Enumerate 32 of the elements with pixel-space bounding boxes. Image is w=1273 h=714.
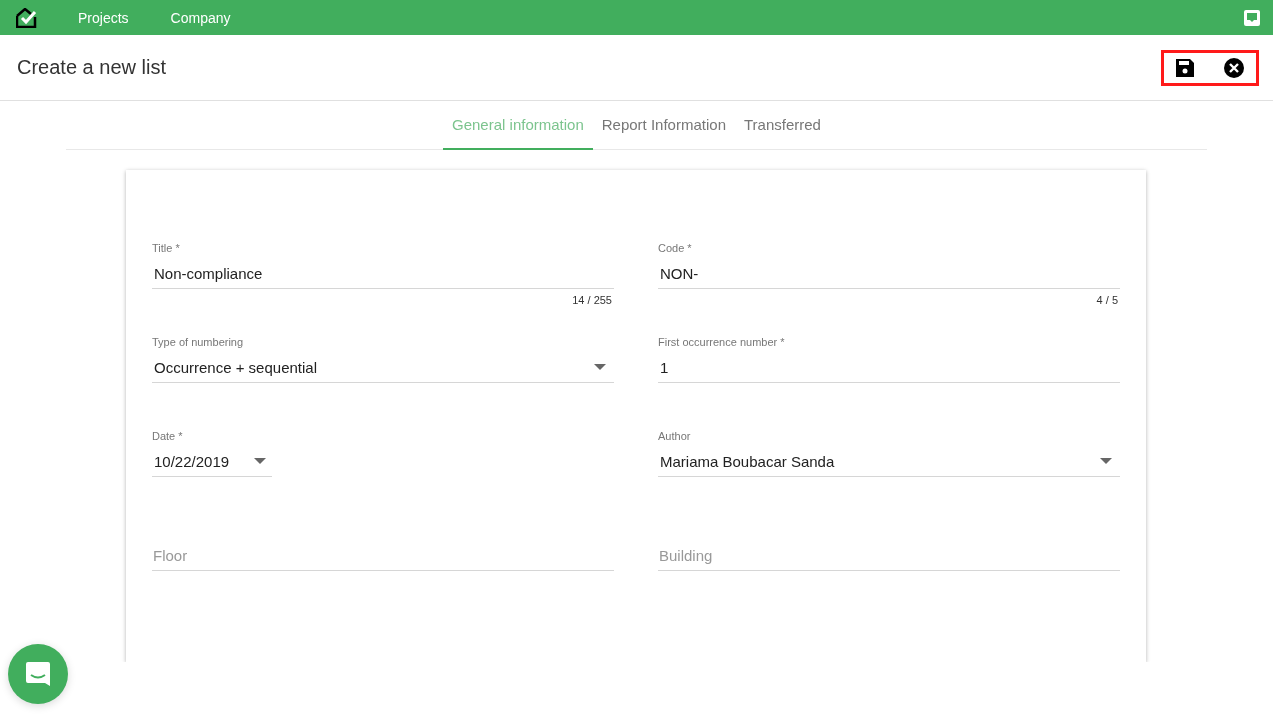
input-field[interactable]: Non-compliance	[152, 258, 614, 289]
logo-icon[interactable]	[16, 7, 38, 28]
dropdown-field[interactable]: 10/22/2019	[152, 446, 272, 477]
tab[interactable]: Transferred	[735, 101, 830, 150]
field-label: Type of numbering	[152, 336, 245, 350]
field-label: Title *	[152, 242, 181, 256]
input-field[interactable]: NON-	[658, 258, 1120, 289]
save-icon	[1176, 58, 1194, 77]
chat-button[interactable]	[8, 644, 68, 704]
input-field[interactable]: 1	[658, 352, 1120, 383]
nav-link[interactable]: Projects	[78, 9, 129, 26]
tab[interactable]: Report Information	[592, 101, 735, 150]
field-label: Code *	[658, 242, 693, 256]
chat-icon	[25, 661, 51, 687]
page-title: Create a new list	[17, 56, 167, 79]
dropdown-field[interactable]: Occurrence + sequential	[152, 352, 614, 383]
character-counter: 4 / 5	[1096, 294, 1118, 306]
field-label: Date *	[152, 430, 184, 444]
character-counter: 14 / 255	[572, 294, 612, 306]
close-icon	[1224, 57, 1244, 78]
input-field[interactable]: Floor	[152, 540, 614, 571]
nav-link[interactable]: Company	[170, 9, 231, 26]
field-label: Author	[658, 430, 692, 444]
save-button[interactable]	[1176, 58, 1194, 77]
dropdown-caret-icon[interactable]	[1100, 458, 1112, 464]
inbox-icon[interactable]	[1243, 8, 1261, 27]
input-field[interactable]: Building	[658, 540, 1120, 571]
close-button[interactable]	[1224, 57, 1244, 78]
dropdown-field[interactable]: Mariama Boubacar Sanda	[658, 446, 1120, 477]
field-label: First occurrence number *	[658, 336, 786, 350]
dropdown-caret-icon[interactable]	[594, 364, 606, 370]
dropdown-caret-icon[interactable]	[254, 458, 266, 464]
